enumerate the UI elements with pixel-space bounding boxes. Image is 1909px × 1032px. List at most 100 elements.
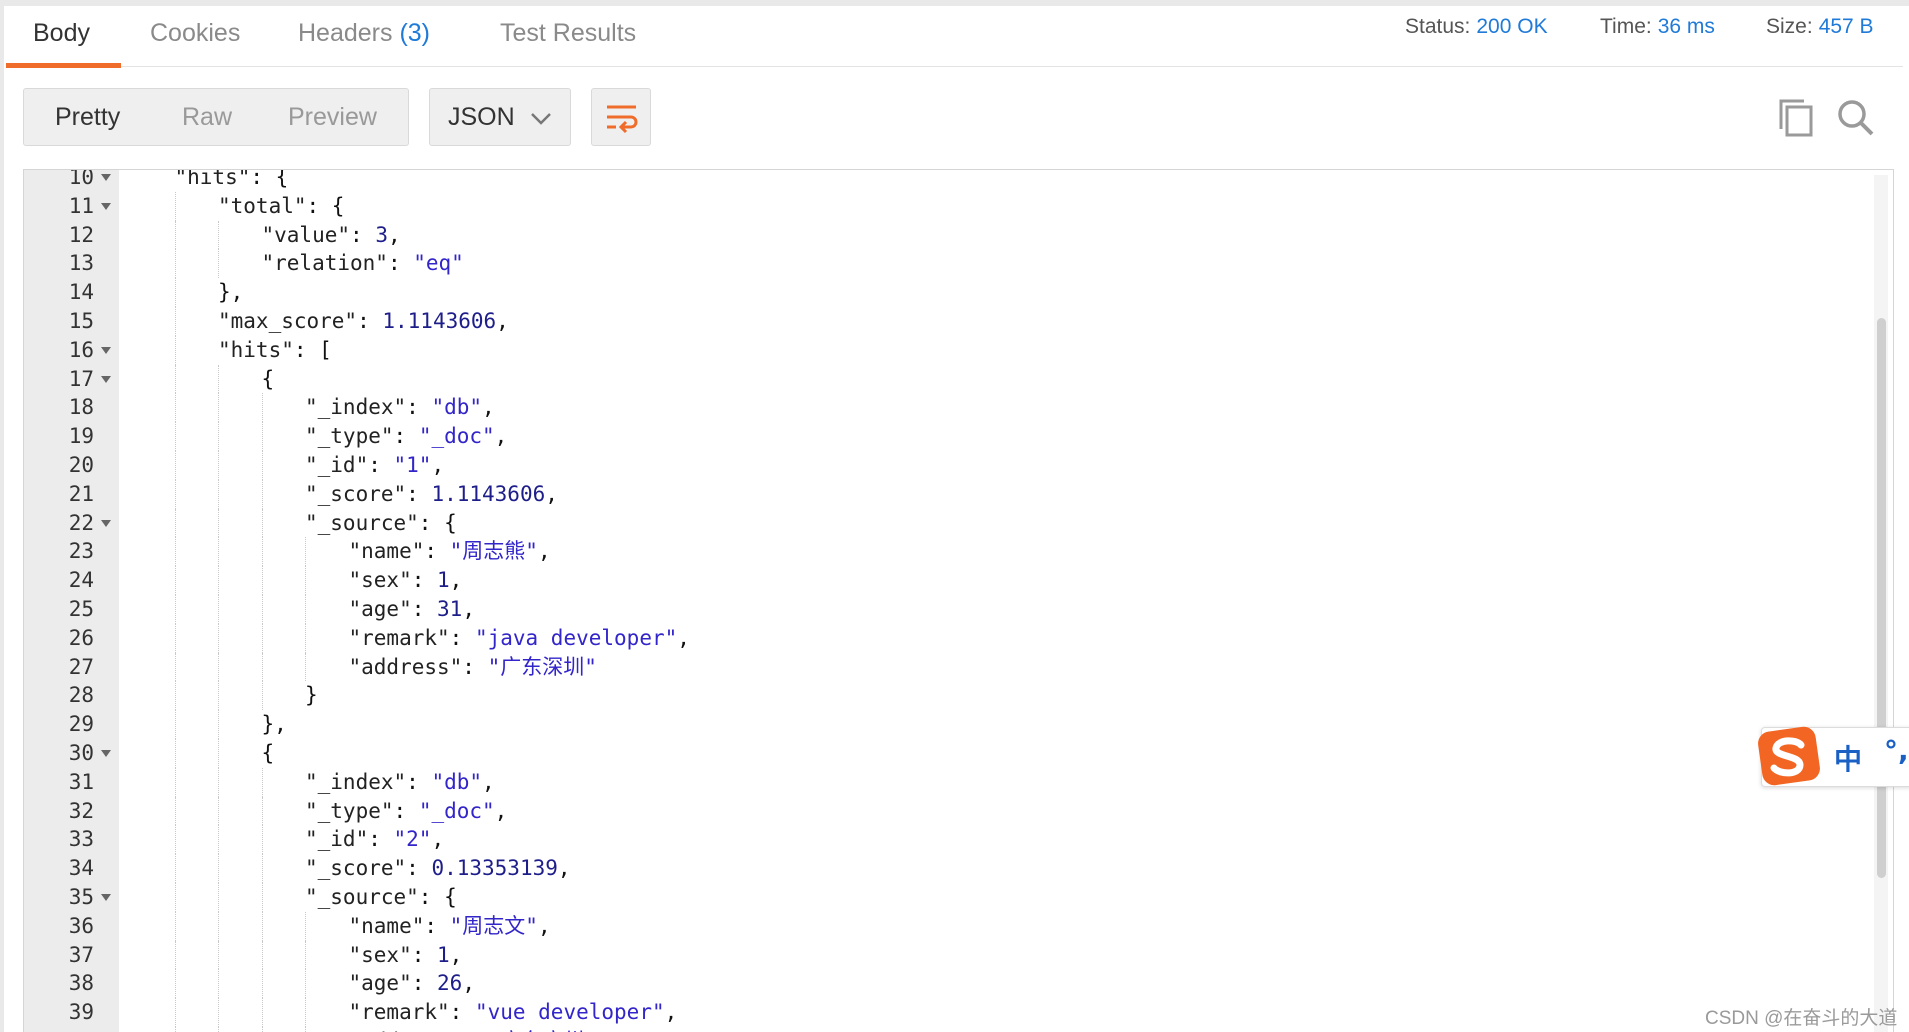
indent-guide — [218, 508, 219, 538]
token-pun: : — [449, 625, 475, 650]
indent-guide — [218, 767, 219, 797]
indent-guide — [174, 738, 176, 768]
token-str: "广东深圳" — [487, 654, 597, 679]
token-pun: , — [482, 395, 495, 420]
scrollbar-thumb[interactable] — [1877, 318, 1886, 878]
token-pun: : — [393, 798, 419, 823]
code-line: 24 "sex": 1, — [24, 566, 1884, 595]
active-tab-indicator — [6, 63, 121, 68]
code-line: 28} — [24, 681, 1884, 711]
size-label: Size: — [1766, 15, 1813, 38]
indent-guide — [261, 594, 263, 624]
code-text: "_id": "1", — [305, 451, 444, 480]
tab-test-results[interactable]: Test Results — [500, 6, 636, 66]
code-text: "_index": "db", — [305, 393, 495, 422]
fold-arrow-icon[interactable] — [101, 893, 111, 901]
code-text: "remark": "java developer", — [349, 624, 690, 653]
token-num: 1 — [437, 568, 450, 593]
search-icon[interactable] — [1837, 99, 1875, 137]
token-pun: : { — [250, 169, 289, 189]
code-line: 26 "remark": "java developer", — [24, 623, 1884, 653]
indent-guide — [218, 249, 219, 279]
token-key: "name" — [348, 913, 425, 938]
fold-arrow-icon[interactable] — [101, 749, 111, 757]
code-line: 27 "address": "广东深圳" — [24, 652, 1884, 682]
line-number: 27 — [68, 654, 94, 679]
time-label: Time: — [1600, 15, 1652, 38]
indent-guide — [305, 940, 306, 970]
indent-guide — [174, 278, 176, 307]
indent-guide — [218, 911, 219, 941]
code-line: 10 "hits": { — [24, 169, 1884, 192]
code-line: 30 { — [24, 738, 1884, 768]
code-text: { — [262, 739, 275, 768]
status-value[interactable]: 200 OK — [1476, 15, 1547, 38]
ime-punct-indicator[interactable]: °, — [1884, 734, 1909, 767]
token-pun: , — [462, 971, 475, 996]
code-line: 36 "name": "周志文", — [24, 911, 1884, 941]
code-line: 17 { — [24, 364, 1884, 394]
tab-body[interactable]: Body — [33, 6, 90, 66]
token-pun: : — [411, 942, 438, 967]
indent-guide — [261, 508, 263, 538]
format-dropdown[interactable]: JSON — [429, 88, 571, 146]
code-line: 23 "name": "周志熊", — [24, 537, 1884, 567]
fold-arrow-icon[interactable] — [101, 375, 111, 383]
preview-button[interactable]: Preview — [288, 89, 377, 145]
line-number: 10 — [68, 169, 94, 189]
code-line: 37 "sex": 1, — [24, 940, 1884, 970]
token-pun: : — [393, 424, 419, 449]
wrap-lines-button[interactable] — [591, 88, 651, 146]
tab-headers[interactable]: Headers (3) — [298, 6, 430, 66]
line-number: 28 — [68, 683, 94, 708]
token-str: "2" — [393, 827, 432, 852]
token-key: "address" — [348, 654, 463, 679]
pretty-button[interactable]: Pretty — [55, 89, 120, 145]
token-key: "value" — [261, 222, 351, 247]
line-number: 24 — [68, 568, 94, 593]
code-lines: 10 "hits": {11 "total": {12 "value": 3, 13 "r… — [24, 169, 1884, 1032]
code-text: "_type": "_doc", — [305, 422, 507, 451]
size-readout: Size: 457 B — [1766, 12, 1874, 42]
line-number: 19 — [68, 424, 94, 449]
line-number: 23 — [68, 539, 94, 564]
ime-mode-indicator[interactable]: 中 — [1834, 738, 1862, 778]
code-line: 29}, — [24, 710, 1884, 739]
fold-arrow-icon[interactable] — [101, 346, 111, 354]
tab-label: Headers — [298, 19, 400, 47]
token-pun: : — [462, 654, 488, 679]
code-line: 12 "value": 3, — [24, 220, 1884, 250]
time-value[interactable]: 36 ms — [1658, 15, 1715, 38]
indent-guide — [174, 450, 176, 480]
copy-icon[interactable] — [1778, 99, 1814, 137]
code-text: "hits": { — [175, 169, 289, 192]
indent-guide — [261, 623, 263, 653]
indent-guide — [174, 335, 176, 365]
code-line: 14}, — [24, 278, 1884, 307]
raw-button[interactable]: Raw — [182, 89, 232, 145]
token-pun: : — [406, 395, 432, 420]
token-str: "db" — [431, 395, 483, 420]
ime-toolbar[interactable]: 中 °, — [1758, 726, 1909, 787]
line-number: 31 — [68, 769, 94, 794]
code-text: "_score": 0.13353139, — [305, 854, 571, 883]
size-value[interactable]: 457 B — [1819, 15, 1874, 38]
fold-arrow-icon[interactable] — [101, 519, 111, 527]
token-num: 0.13353139 — [431, 856, 558, 881]
token-pun: , — [462, 596, 475, 621]
fold-arrow-icon[interactable] — [101, 202, 111, 210]
tab-cookies[interactable]: Cookies — [150, 6, 240, 66]
response-body-editor[interactable]: 10 "hits": {11 "total": {12 "value": 3, 13 "r… — [23, 169, 1894, 1032]
indent-guide — [218, 566, 219, 595]
indent-guide — [218, 796, 219, 826]
code-text: "relation": "eq" — [262, 249, 464, 278]
token-num: 3 — [375, 222, 388, 247]
indent-guide — [218, 623, 219, 653]
fold-arrow-icon[interactable] — [101, 174, 111, 181]
code-line: 13 "relation": "eq" — [24, 249, 1884, 279]
indent-guide — [174, 364, 176, 394]
token-num: 26 — [437, 971, 463, 996]
indent-guide — [261, 854, 263, 883]
indent-guide — [174, 594, 176, 624]
token-key: "_type" — [305, 798, 394, 823]
